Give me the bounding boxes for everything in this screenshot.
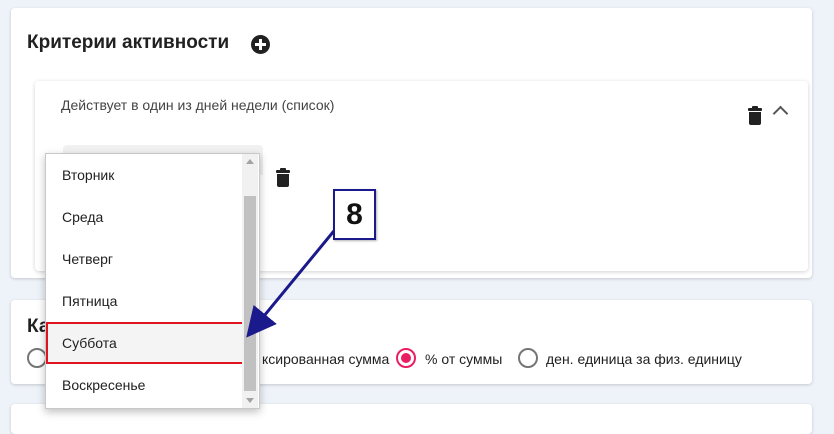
day-dropdown-list[interactable]: Вторник Среда Четверг Пятница Суббота Во… [45,153,260,409]
collapse-chevron-up-icon[interactable] [772,105,789,122]
criteria-item-label: Действует в один из дней недели (список) [61,97,335,113]
radio-label-fixed-amount: ксированная сумма [262,351,390,367]
radio-label-per-unit: ден. единица за физ. единицу [546,351,742,367]
option-wednesday[interactable]: Среда [46,196,243,238]
delete-criteria-icon[interactable] [748,106,762,125]
delete-day-icon[interactable] [276,168,290,187]
section-title: Критерии активности [27,32,230,53]
radio-percent[interactable] [396,348,416,368]
option-saturday[interactable]: Суббота [46,322,244,364]
radio-label-percent: % от суммы [425,351,503,367]
radio-fixed-amount[interactable] [27,348,47,368]
option-friday[interactable]: Пятница [46,280,243,322]
scroll-down-arrow-icon[interactable] [246,398,254,403]
step-number-badge: 8 [333,189,376,240]
dropdown-scrollbar[interactable] [242,154,258,408]
radio-per-unit[interactable] [518,348,538,368]
option-sunday[interactable]: Воскресенье [46,364,243,406]
scroll-thumb[interactable] [244,196,256,391]
option-thursday[interactable]: Четверг [46,238,243,280]
add-criteria-icon[interactable] [251,35,270,54]
option-tuesday[interactable]: Вторник [46,154,243,196]
scroll-up-arrow-icon[interactable] [246,159,254,164]
